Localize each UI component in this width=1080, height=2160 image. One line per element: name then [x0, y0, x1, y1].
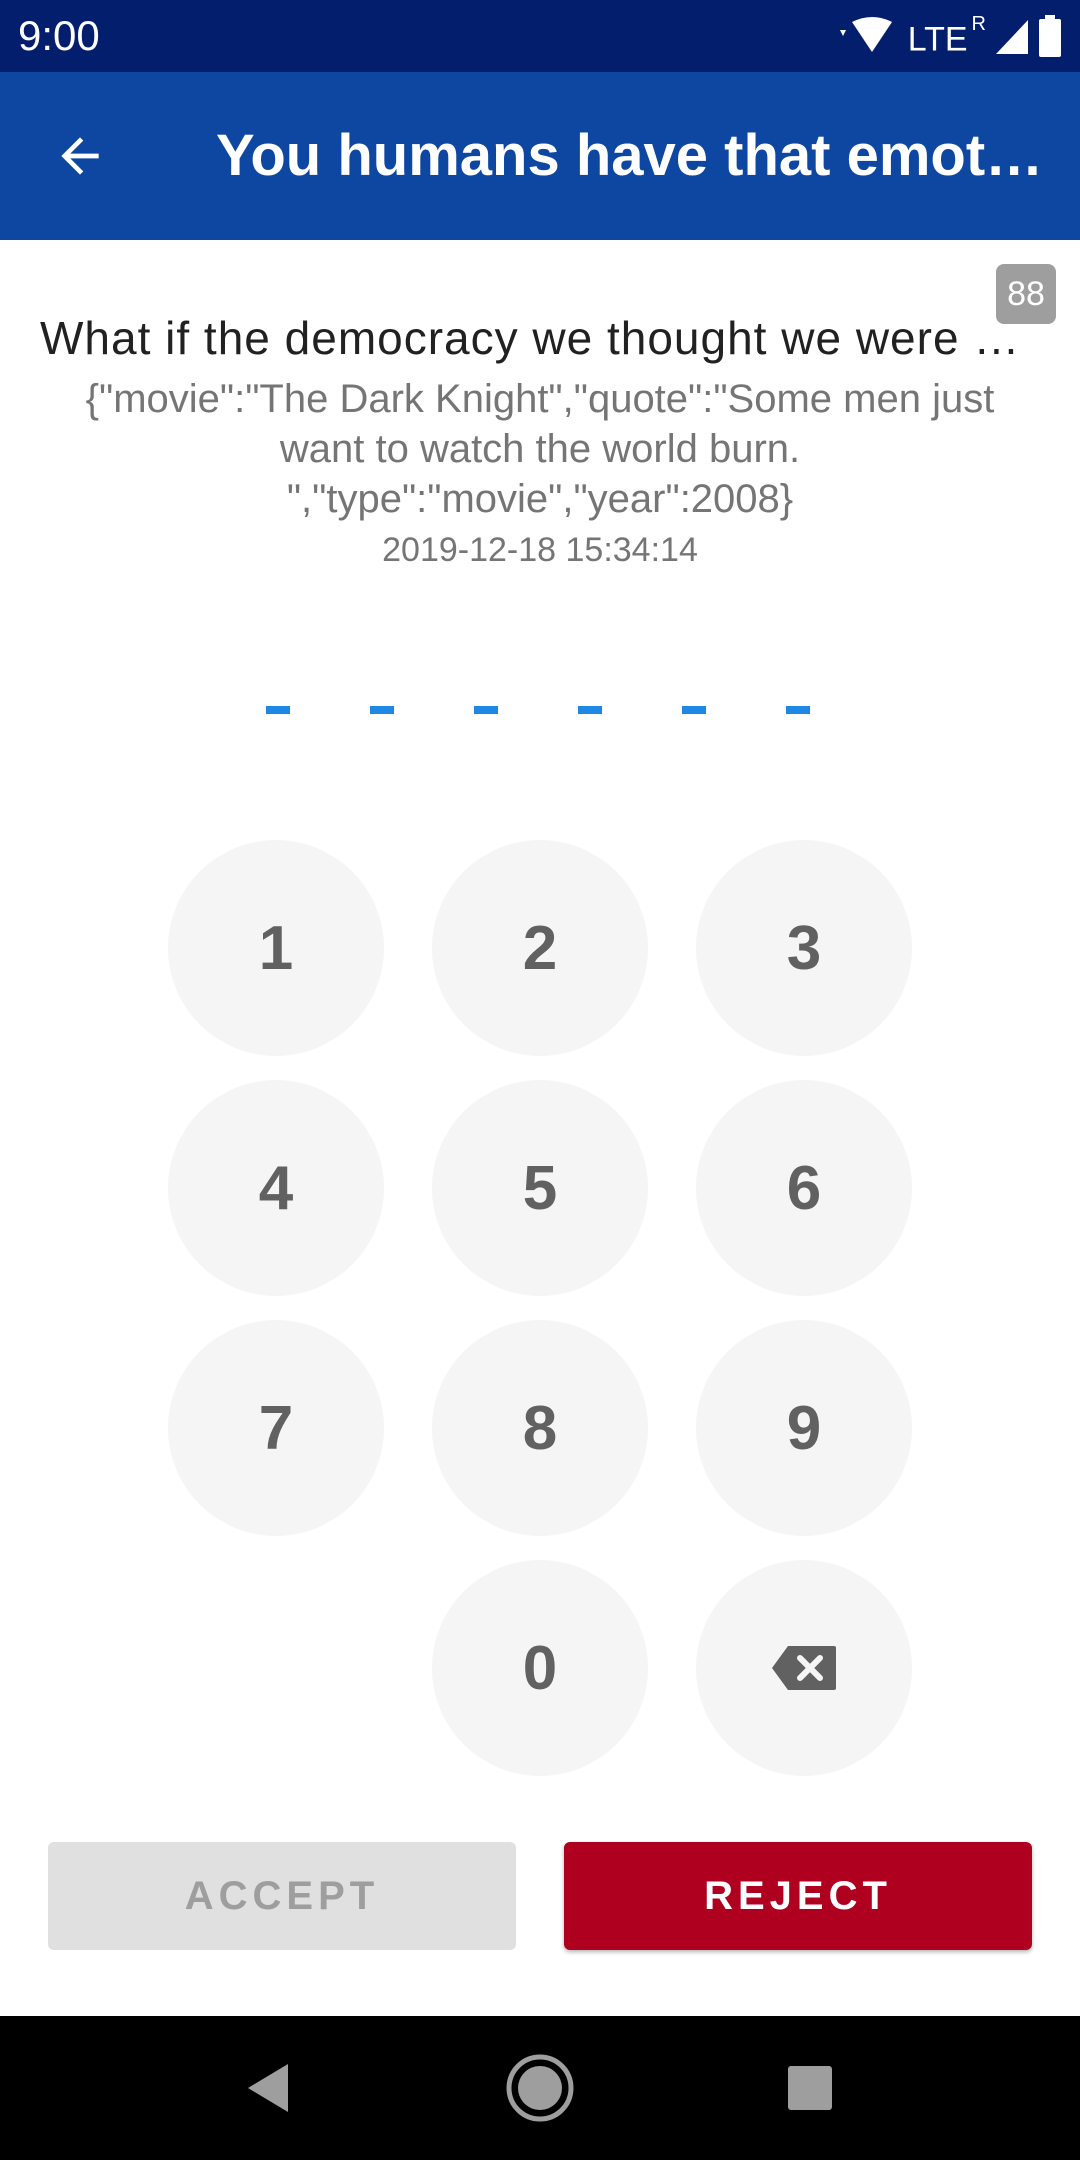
nav-recents-button[interactable] [774, 2052, 846, 2124]
key-9[interactable]: 9 [696, 1320, 912, 1536]
system-nav-bar [0, 2016, 1080, 2160]
wifi-icon [839, 17, 892, 52]
backspace-icon [772, 1646, 836, 1690]
request-payload: {"movie":"The Dark Knight","quote":"Some… [85, 377, 995, 521]
key-4[interactable]: 4 [168, 1080, 384, 1296]
key-8[interactable]: 8 [432, 1320, 648, 1536]
app-bar: You humans have that emotion... [0, 72, 1080, 240]
battery-icon [1039, 15, 1061, 57]
status-icons: LTE R [834, 12, 1062, 60]
network-type: LTE R [907, 13, 986, 59]
accept-button[interactable]: ACCEPT [48, 1842, 516, 1950]
signal-icon [996, 20, 1028, 54]
key-0[interactable]: 0 [432, 1560, 648, 1776]
key-3[interactable]: 3 [696, 840, 912, 1056]
key-6[interactable]: 6 [696, 1080, 912, 1296]
nav-home-button[interactable] [504, 2052, 576, 2124]
backspace-button[interactable] [696, 1560, 912, 1776]
key-5[interactable]: 5 [432, 1080, 648, 1296]
arrow-back-icon [61, 137, 99, 175]
nav-back-icon [248, 2064, 288, 2112]
numeric-keypad: 1 2 3 4 5 6 7 8 9 0 [168, 840, 912, 1776]
pin-digit-placeholder [370, 706, 394, 714]
pin-digit-placeholder [474, 706, 498, 714]
pin-digit-placeholder [682, 706, 706, 714]
page-title: You humans have that emotion... [216, 123, 1046, 188]
pin-digit-placeholder [786, 706, 810, 714]
reject-button[interactable]: REJECT [564, 1842, 1032, 1950]
back-button[interactable] [40, 116, 120, 196]
status-bar: 9:00 LTE R [0, 0, 1080, 72]
pin-digit-placeholder [578, 706, 602, 714]
key-1[interactable]: 1 [168, 840, 384, 1056]
status-time: 9:00 [18, 12, 100, 59]
request-timestamp: 2019-12-18 15:34:14 [382, 531, 698, 569]
request-title: What if the democracy we thought we were… [40, 312, 1040, 364]
nav-back-button[interactable] [232, 2052, 304, 2124]
pin-indicator [266, 706, 810, 714]
nav-home-icon [506, 2054, 574, 2122]
key-7[interactable]: 7 [168, 1320, 384, 1536]
nav-recents-icon [788, 2066, 832, 2110]
key-2[interactable]: 2 [432, 840, 648, 1056]
pin-digit-placeholder [266, 706, 290, 714]
